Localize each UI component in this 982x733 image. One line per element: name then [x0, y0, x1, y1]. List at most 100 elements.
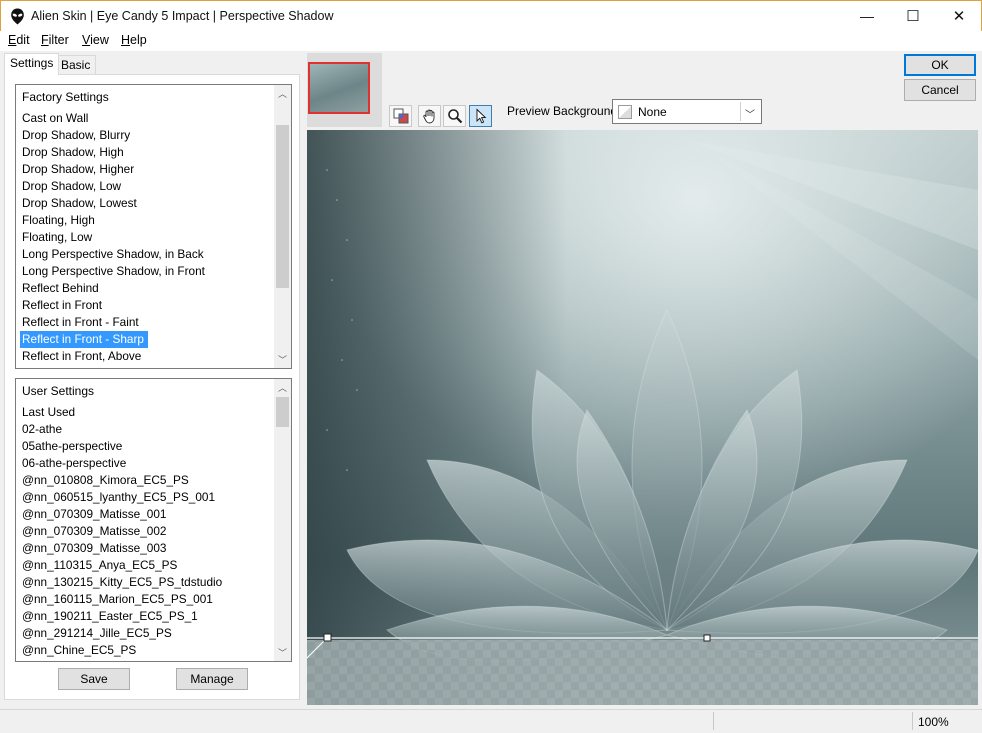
menu-filter[interactable]: Filter: [41, 33, 69, 47]
perspective-handle[interactable]: [323, 633, 332, 642]
list-item[interactable]: @nn_070309_Matisse_003: [20, 540, 278, 557]
chevron-down-icon: ﹀: [745, 110, 755, 121]
preview-compare-icon: [393, 108, 408, 124]
minimize-button[interactable]: —: [844, 1, 890, 31]
list-item[interactable]: @nn_010808_Kimora_EC5_PS: [20, 472, 278, 489]
preview-image: [307, 130, 978, 705]
tab-basic[interactable]: Basic: [55, 55, 97, 75]
list-item[interactable]: @nn_070309_Matisse_002: [20, 523, 278, 540]
list-item[interactable]: Reflect in Front: [20, 297, 278, 314]
menu-help[interactable]: Help: [121, 33, 147, 47]
select-tool-button[interactable]: [469, 105, 492, 127]
factory-settings-items: Cast on Wall Drop Shadow, Blurry Drop Shad…: [20, 110, 278, 365]
list-item[interactable]: Cast on Wall: [20, 110, 278, 127]
list-item[interactable]: 05athe-perspective: [20, 438, 278, 455]
list-item[interactable]: Drop Shadow, Lowest: [20, 195, 278, 212]
window-title: Alien Skin | Eye Candy 5 Impact | Perspe…: [31, 9, 334, 23]
scroll-down-icon[interactable]: ﹀: [274, 351, 291, 368]
minimize-icon: —: [860, 8, 874, 24]
maximize-icon: ☐: [906, 8, 920, 25]
list-item[interactable]: @nn_Chine_EC5_PS: [20, 642, 278, 659]
list-item-label: @nn_070309_Matisse_001: [22, 507, 167, 521]
list-item[interactable]: Reflect in Front, Above: [20, 348, 278, 365]
settings-panel: Factory Settings Cast on Wall Drop Shadow…: [4, 74, 300, 700]
maximize-button[interactable]: ☐: [890, 1, 936, 31]
factory-settings-header: Factory Settings: [22, 90, 109, 104]
scroll-down-icon[interactable]: ﹀: [274, 644, 291, 661]
list-item-label: Drop Shadow, Higher: [22, 162, 135, 176]
list-item[interactable]: Drop Shadow, High: [20, 144, 278, 161]
alien-head-icon: [11, 8, 24, 25]
arrow-select-icon: [476, 108, 486, 124]
list-item-label: Last Used: [22, 405, 76, 419]
list-item-label: Drop Shadow, Lowest: [22, 196, 137, 210]
list-item-label: @nn_291214_Jille_EC5_PS: [22, 626, 172, 640]
list-item[interactable]: Reflect Behind: [20, 280, 278, 297]
list-item[interactable]: @nn_291214_Jille_EC5_PS: [20, 625, 278, 642]
list-item[interactable]: @nn_070309_Matisse_001: [20, 506, 278, 523]
title-bar: Alien Skin | Eye Candy 5 Impact | Perspe…: [0, 0, 982, 31]
user-scrollbar[interactable]: ︿ ﹀: [274, 379, 291, 661]
list-item[interactable]: @nn_160115_Marion_EC5_PS_001: [20, 591, 278, 608]
list-item[interactable]: Last Used: [20, 404, 278, 421]
list-item-label: @nn_160115_Marion_EC5_PS_001: [22, 592, 213, 606]
close-button[interactable]: ✕: [936, 1, 982, 31]
factory-scrollbar[interactable]: ︿ ﹀: [274, 85, 291, 368]
status-divider: [912, 712, 913, 730]
preview-background-value: None: [638, 105, 667, 119]
hand-pan-icon: [422, 109, 434, 124]
list-item-label: Reflect Behind: [22, 281, 99, 295]
list-item[interactable]: Drop Shadow, Higher: [20, 161, 278, 178]
compare-tool-button[interactable]: [389, 105, 412, 127]
list-item[interactable]: Long Perspective Shadow, in Back: [20, 246, 278, 263]
scroll-up-icon[interactable]: ︿: [274, 379, 291, 396]
scroll-thumb[interactable]: [276, 397, 289, 427]
list-item-label: @nn_060515_lyanthy_EC5_PS_001: [22, 490, 216, 504]
list-item-label: Reflect in Front - Sharp: [20, 331, 148, 348]
list-item[interactable]: Floating, High: [20, 212, 278, 229]
tab-settings[interactable]: Settings: [4, 53, 60, 75]
list-item-label: 06-athe-perspective: [22, 456, 127, 470]
ok-button[interactable]: OK: [904, 54, 976, 76]
scroll-thumb[interactable]: [276, 125, 289, 288]
cancel-button[interactable]: Cancel: [904, 79, 976, 101]
perspective-handle[interactable]: [703, 634, 711, 642]
navigator-view-frame[interactable]: [308, 62, 370, 114]
list-item[interactable]: Drop Shadow, Blurry: [20, 127, 278, 144]
list-item-label: @nn_130215_Kitty_EC5_PS_tdstudio: [22, 575, 223, 589]
list-item[interactable]: Reflect in Front - Faint: [20, 314, 278, 331]
list-item-label: Cast on Wall: [22, 111, 89, 125]
list-item-label: 02-athe: [22, 422, 63, 436]
preview-canvas[interactable]: [307, 130, 978, 705]
user-settings-list[interactable]: User Settings Last Used 02-athe 05athe-per…: [15, 378, 292, 662]
manage-button[interactable]: Manage: [176, 668, 248, 690]
list-item[interactable]: @nn_130215_Kitty_EC5_PS_tdstudio: [20, 574, 278, 591]
list-item[interactable]: Drop Shadow, Low: [20, 178, 278, 195]
list-item[interactable]: @nn_110315_Anya_EC5_PS: [20, 557, 278, 574]
user-settings-items: Last Used 02-athe 05athe-perspective 06-ath…: [20, 404, 278, 659]
list-item[interactable]: @nn_190211_Easter_EC5_PS_1: [20, 608, 278, 625]
zoom-tool-button[interactable]: [443, 105, 466, 127]
list-item-label: Long Perspective Shadow, in Front: [22, 264, 205, 278]
list-item[interactable]: 06-athe-perspective: [20, 455, 278, 472]
list-item-label: Floating, High: [22, 213, 95, 227]
navigator-thumbnail[interactable]: [307, 53, 382, 127]
menu-view[interactable]: View: [82, 33, 109, 47]
list-item[interactable]: Floating, Low: [20, 229, 278, 246]
save-button[interactable]: Save: [58, 668, 130, 690]
list-item[interactable]: @nn_060515_lyanthy_EC5_PS_001: [20, 489, 278, 506]
preview-background-select[interactable]: None ﹀: [612, 99, 762, 124]
list-item[interactable]: Reflect in Front - Sharp: [20, 331, 278, 348]
list-item-label: Drop Shadow, High: [22, 145, 124, 159]
hand-tool-button[interactable]: [418, 105, 441, 127]
list-item[interactable]: Long Perspective Shadow, in Front: [20, 263, 278, 280]
list-item-label: @nn_070309_Matisse_002: [22, 524, 167, 538]
factory-settings-list[interactable]: Factory Settings Cast on Wall Drop Shadow…: [15, 84, 292, 369]
list-item-label: Reflect in Front, Above: [22, 349, 142, 363]
list-item-label: Drop Shadow, Blurry: [22, 128, 131, 142]
list-item[interactable]: 02-athe: [20, 421, 278, 438]
list-item-label: 05athe-perspective: [22, 439, 123, 453]
list-item-label: Long Perspective Shadow, in Back: [22, 247, 204, 261]
menu-edit[interactable]: Edit: [8, 33, 30, 47]
scroll-up-icon[interactable]: ︿: [274, 85, 291, 102]
